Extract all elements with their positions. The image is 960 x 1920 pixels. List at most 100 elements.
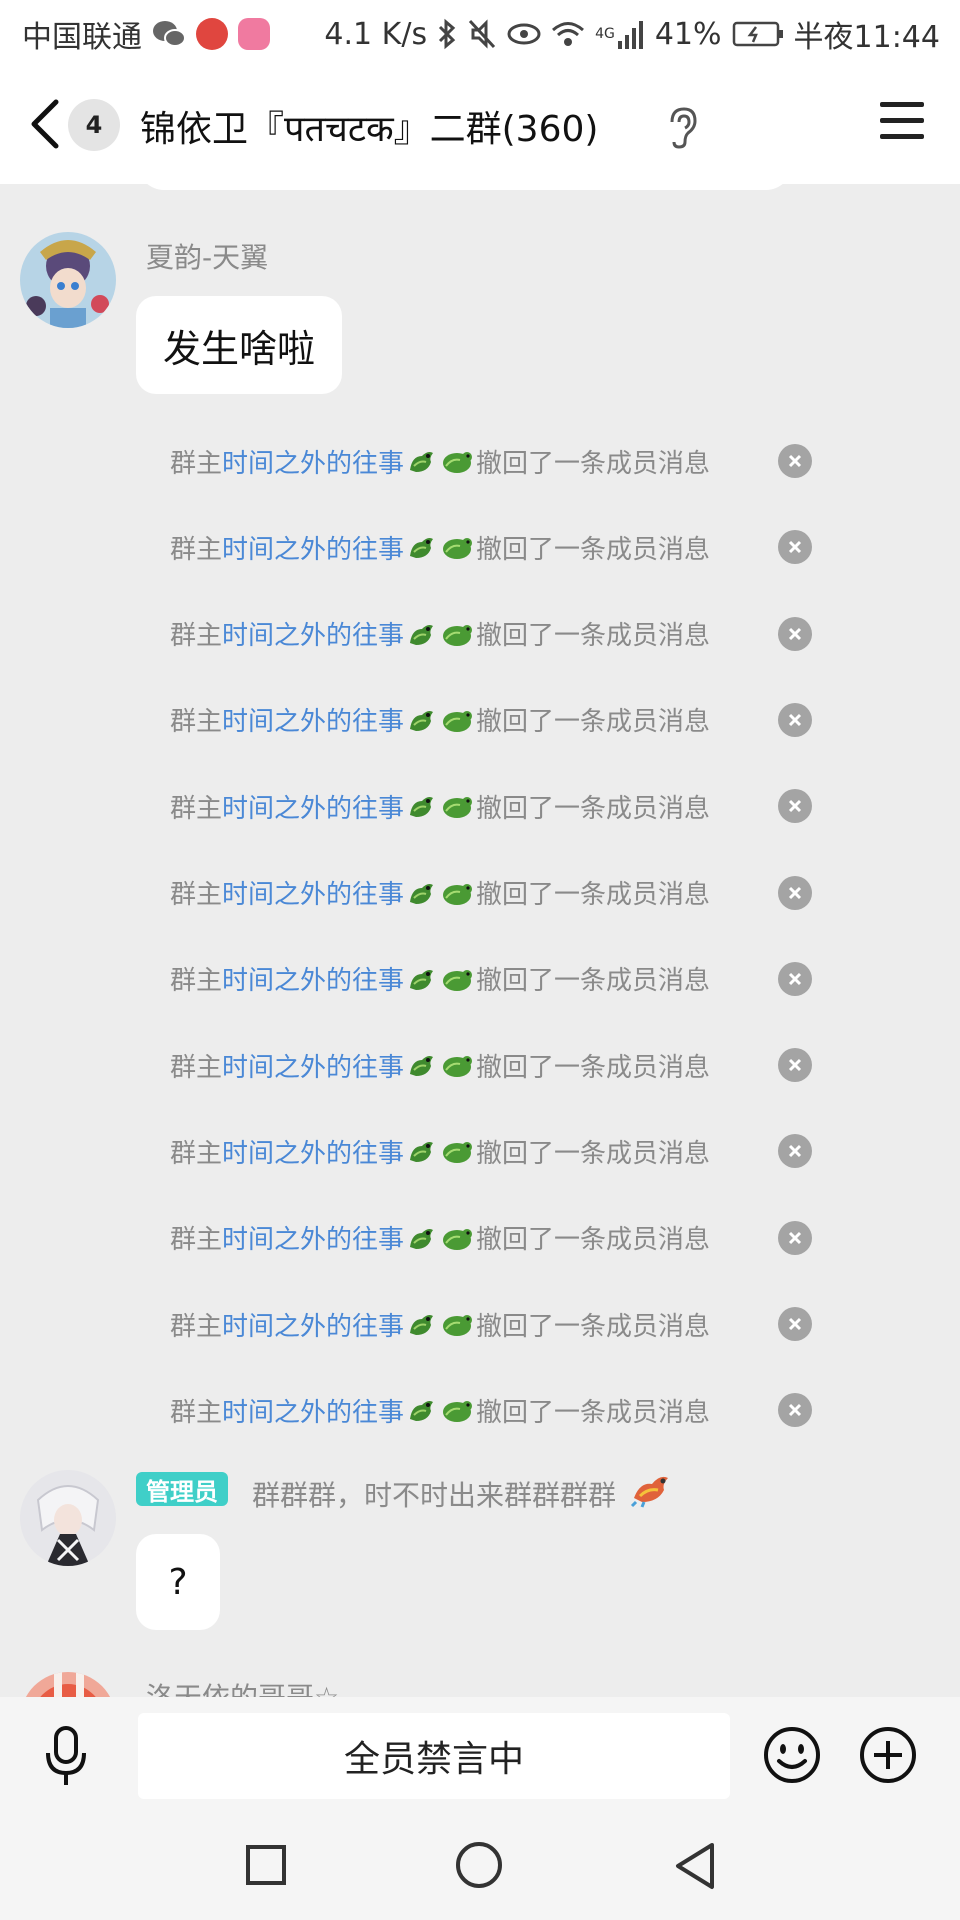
recall-notice: 群主 时间之外的往事 撤回了一条成员消息 — [170, 695, 820, 745]
dragon-icon — [440, 1136, 474, 1166]
recall-notice: 群主 时间之外的往事 撤回了一条成员消息 — [170, 1040, 820, 1090]
menu-icon — [880, 102, 924, 107]
recall-prefix: 群主 — [170, 448, 223, 479]
recall-suffix: 撤回了一条成员消息 — [476, 793, 711, 824]
close-icon[interactable] — [778, 875, 812, 910]
recall-suffix: 撤回了一条成员消息 — [476, 621, 711, 652]
group-owner-link[interactable]: 时间之外的往事 — [222, 1047, 404, 1084]
network-type: 4G — [595, 26, 615, 42]
dragon-icon — [406, 1223, 436, 1253]
dragon-icon — [406, 791, 436, 821]
dragon-icon — [406, 1309, 436, 1339]
carrier-label: 中国联通 — [22, 20, 142, 55]
recall-suffix: 撤回了一条成员消息 — [476, 707, 711, 738]
group-owner-link[interactable]: 时间之外的往事 — [222, 529, 404, 566]
recall-notice: 群主 时间之外的往事 撤回了一条成员消息 — [170, 1126, 820, 1176]
group-owner-link[interactable]: 时间之外的往事 — [222, 615, 404, 652]
ear-icon[interactable] — [666, 106, 698, 150]
recall-notice: 群主 时间之外的往事 撤回了一条成员消息 — [170, 609, 820, 659]
home-button[interactable] — [456, 1842, 502, 1888]
close-icon[interactable] — [778, 1134, 812, 1169]
recall-prefix: 群主 — [170, 707, 223, 738]
close-icon[interactable] — [778, 530, 812, 565]
close-icon[interactable] — [778, 616, 812, 651]
close-icon[interactable] — [778, 702, 812, 737]
recall-suffix: 撤回了一条成员消息 — [476, 880, 711, 910]
sender-title: 群群群，时不时出来群群群群 — [252, 1479, 617, 1512]
battery-percent: 41% — [654, 16, 722, 52]
message-bubble[interactable]: ? — [136, 1534, 220, 1630]
dragon-icon — [440, 446, 474, 476]
eye-icon — [507, 22, 541, 46]
nav-back-button[interactable] — [672, 1841, 718, 1891]
recall-notice: 群主 时间之外的往事 撤回了一条成员消息 — [170, 954, 820, 1004]
more-button[interactable] — [858, 1725, 918, 1785]
recall-notice: 群主 时间之外的往事 撤回了一条成员消息 — [170, 522, 820, 572]
wechat-icon — [152, 19, 186, 49]
recall-suffix: 撤回了一条成员消息 — [476, 534, 711, 565]
message-bubble[interactable]: 发生啥啦 — [136, 296, 342, 394]
input-bar: 全员禁言中 — [0, 1697, 960, 1815]
group-title: 锦依卫『पतचटक』二群(360) — [140, 109, 599, 150]
group-owner-link[interactable]: 时间之外的往事 — [222, 1133, 404, 1170]
group-owner-link[interactable]: 时间之外的往事 — [222, 788, 404, 825]
dragon-icon — [440, 705, 474, 735]
avatar[interactable] — [20, 1470, 116, 1566]
network-speed: 4.1 K/s — [324, 16, 428, 52]
avatar[interactable] — [20, 232, 116, 328]
close-icon[interactable] — [778, 1307, 812, 1341]
close-icon[interactable] — [778, 1393, 812, 1428]
sender-name: 夏韵-天翼 — [146, 241, 269, 274]
group-owner-link[interactable]: 时间之外的往事 — [222, 443, 404, 480]
dragon-icon — [440, 878, 474, 908]
dragon-icon — [406, 446, 436, 476]
system-nav-bar — [0, 1815, 960, 1920]
group-owner-link[interactable]: 时间之外的往事 — [222, 1219, 404, 1256]
dragon-icon — [440, 964, 474, 994]
plus-circle-icon — [860, 1727, 916, 1783]
menu-button[interactable] — [880, 102, 924, 146]
smiley-icon — [764, 1727, 820, 1783]
recents-button[interactable] — [246, 1845, 286, 1885]
close-icon[interactable] — [778, 961, 812, 996]
emoji-button[interactable] — [762, 1725, 822, 1785]
recall-prefix: 群主 — [170, 1138, 223, 1169]
dragon-icon — [406, 1050, 436, 1080]
recall-prefix: 群主 — [170, 1052, 223, 1083]
microphone-icon — [46, 1726, 86, 1785]
group-owner-link[interactable]: 时间之外的往事 — [222, 960, 404, 997]
close-icon[interactable] — [778, 444, 812, 478]
dragon-icon — [406, 532, 436, 562]
back-button[interactable] — [26, 94, 66, 154]
dragon-icon — [406, 878, 436, 908]
recall-notice: 群主 时间之外的往事 撤回了一条成员消息 — [170, 436, 820, 486]
signal-icon: 4G — [595, 19, 645, 49]
recall-prefix: 群主 — [170, 1311, 223, 1342]
group-owner-link[interactable]: 时间之外的往事 — [222, 1306, 404, 1343]
bluetooth-icon — [437, 18, 457, 50]
close-icon[interactable] — [778, 1048, 812, 1083]
unread-badge: 4 — [68, 99, 120, 151]
chevron-left-icon — [31, 99, 59, 149]
group-owner-link[interactable]: 时间之外的往事 — [222, 874, 404, 911]
recall-prefix: 群主 — [170, 966, 223, 997]
wifi-icon — [551, 20, 585, 48]
message-input-muted[interactable]: 全员禁言中 — [138, 1713, 730, 1799]
clock: 半夜11:44 — [793, 20, 940, 55]
group-owner-link[interactable]: 时间之外的往事 — [222, 701, 404, 738]
dragon-icon — [406, 964, 436, 994]
close-icon[interactable] — [778, 789, 812, 824]
group-owner-link[interactable]: 时间之外的往事 — [222, 1392, 404, 1429]
dragon-icon — [440, 791, 474, 821]
close-icon[interactable] — [778, 1220, 812, 1255]
dragon-icon — [440, 1050, 474, 1080]
status-left: 中国联通 — [22, 12, 270, 56]
recall-suffix: 撤回了一条成员消息 — [476, 1225, 711, 1256]
mute-icon — [467, 18, 497, 50]
bilibili-icon — [238, 18, 270, 50]
recall-suffix: 撤回了一条成员消息 — [476, 966, 711, 997]
dragon-icon — [406, 1395, 436, 1425]
recall-suffix: 撤回了一条成员消息 — [476, 1138, 711, 1169]
voice-button[interactable] — [44, 1725, 88, 1789]
dragon-icon — [440, 1309, 474, 1339]
